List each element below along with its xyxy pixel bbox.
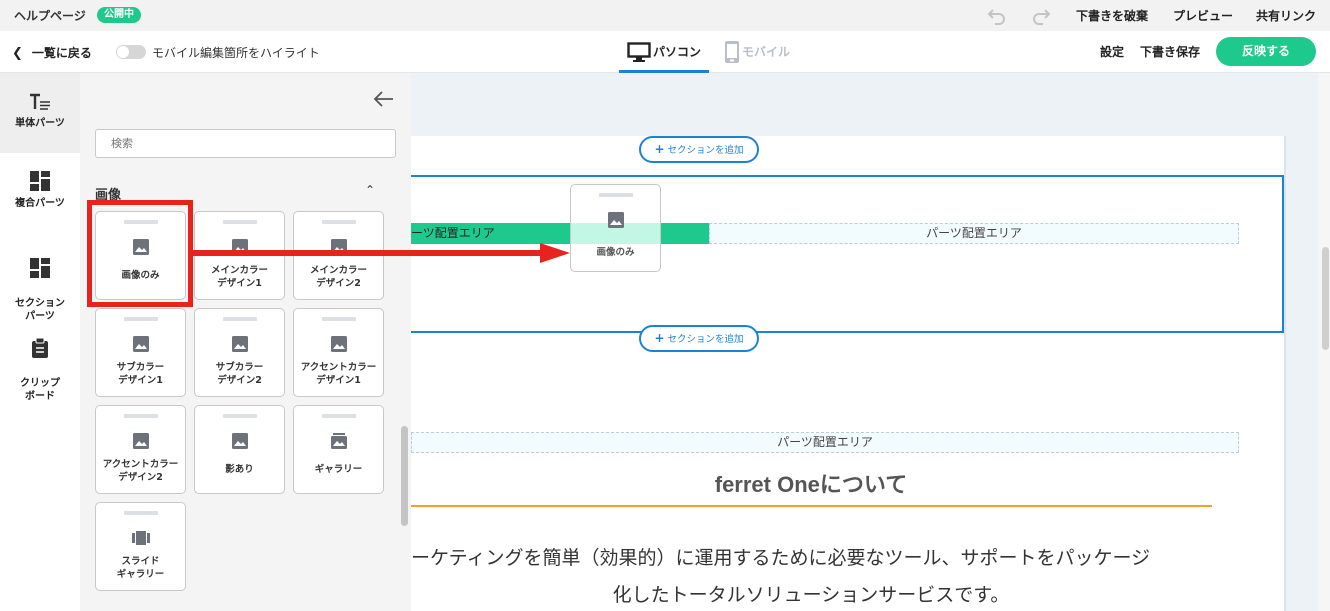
parts-panel: 画像 ⌃ 画像のみメインカラー デザイン1メインカラー デザイン2サブカラー デ…: [80, 73, 411, 611]
highlight-toggle-label: モバイル編集箇所をハイライト: [152, 46, 320, 60]
add-section-button[interactable]: + セクションを追加: [639, 136, 759, 163]
part-card[interactable]: サブカラー デザイン1: [95, 308, 186, 397]
image-icon: [232, 336, 248, 352]
part-card-label: 影あり: [225, 464, 254, 475]
page-title: ヘルプページ: [14, 9, 86, 23]
clipboard-icon: [32, 338, 48, 358]
part-card[interactable]: サブカラー デザイン2: [194, 308, 285, 397]
share-link-button[interactable]: 共有リンク: [1256, 7, 1316, 24]
card-top-bar: [124, 414, 158, 418]
rail-item-label: 単体パーツ: [15, 118, 65, 129]
redo-icon[interactable]: [1031, 7, 1053, 25]
part-card-label: アクセントカラー デザイン1: [300, 362, 377, 386]
parts-area-label: ーツ配置エリア: [411, 226, 495, 240]
parts-area[interactable]: パーツ配置エリア: [709, 223, 1239, 244]
arrow-right-icon: [190, 243, 570, 263]
part-card[interactable]: アクセントカラー デザイン1: [293, 308, 384, 397]
rail-item-single-parts[interactable]: 単体パーツ: [0, 73, 80, 153]
highlight-frame: [87, 200, 193, 307]
part-card-label: サブカラー デザイン2: [215, 362, 264, 386]
part-card-label: ギャラリー: [314, 464, 363, 475]
parts-area[interactable]: パーツ配置エリア: [411, 432, 1239, 453]
gallery-icon: [331, 433, 347, 449]
tab-pc-label: パソコン: [653, 45, 702, 59]
body-text-line[interactable]: ーケティングを簡単（効果的）に運用するために必要なツール、サポートをパッケージ: [411, 543, 1211, 570]
part-card-label: サブカラー デザイン1: [116, 362, 165, 386]
plus-icon: +: [654, 142, 665, 156]
preview-button[interactable]: プレビュー: [1173, 7, 1233, 24]
rail-item-clipboard[interactable]: クリップ ボード: [0, 325, 80, 402]
parts-area-label: パーツ配置エリア: [926, 226, 1022, 240]
body-text-line[interactable]: 化したトータルソリューションサービスです。: [411, 580, 1211, 607]
card-top-bar: [322, 317, 356, 321]
image-icon: [608, 212, 624, 228]
card-top-bar: [223, 317, 257, 321]
text-parts-icon: [30, 93, 50, 110]
chevron-up-icon[interactable]: ⌃: [365, 183, 375, 197]
card-top-bar: [223, 220, 257, 224]
settings-button[interactable]: 設定: [1100, 43, 1124, 60]
back-label: 一覧に戻る: [31, 46, 92, 60]
parts-area-drop-target[interactable]: ーツ配置エリア: [411, 223, 709, 244]
rail-item-section-parts[interactable]: セクション パーツ: [0, 245, 80, 322]
plus-icon: +: [654, 331, 665, 345]
editor-toolbar: ❮ 一覧に戻る モバイル編集箇所をハイライト パソコン モバイル 設定 下書き保存…: [0, 31, 1330, 73]
grid-parts-icon: [30, 171, 50, 191]
dragged-part-preview: 画像のみ: [570, 184, 661, 272]
card-top-bar: [124, 317, 158, 321]
parts-area-label: パーツ配置エリア: [777, 435, 873, 449]
status-badge: 公開中: [97, 7, 141, 23]
chevron-left-icon: ❮: [12, 46, 23, 61]
section-heading[interactable]: ferret Oneについて: [411, 467, 1211, 499]
rail-item-label: セクション パーツ: [15, 298, 65, 322]
parts-category-rail: 単体パーツ 複合パーツ セクション パーツ クリップ ボード: [0, 73, 80, 611]
part-card-label: アクセントカラー デザイン2: [102, 459, 179, 483]
top-bar: ヘルプページ 公開中 下書きを破棄 プレビュー 共有リンク: [0, 0, 1330, 31]
image-icon: [232, 433, 248, 449]
rail-item-composite-parts[interactable]: 複合パーツ: [0, 171, 80, 231]
heading-underline: [411, 505, 1212, 507]
undo-icon[interactable]: [985, 7, 1007, 25]
arrow-left-icon[interactable]: [373, 90, 395, 108]
add-section-label: セクションを追加: [667, 334, 744, 345]
canvas-scrollbar[interactable]: [1322, 247, 1329, 350]
part-card[interactable]: ギャラリー: [293, 405, 384, 494]
section-parts-icon: [30, 258, 50, 278]
part-card[interactable]: アクセントカラー デザイン2: [95, 405, 186, 494]
parts-search-input[interactable]: [95, 129, 396, 158]
part-card-label: スライド ギャラリー: [116, 556, 165, 580]
tab-pc[interactable]: パソコン: [619, 40, 709, 73]
page-edge: [1284, 136, 1286, 611]
part-card-label: メインカラー デザイン2: [309, 265, 367, 289]
part-card[interactable]: スライド ギャラリー: [95, 502, 186, 591]
monitor-icon: [627, 42, 651, 62]
panel-scrollbar[interactable]: [401, 426, 408, 526]
card-top-bar: [223, 414, 257, 418]
save-draft-button[interactable]: 下書き保存: [1140, 43, 1200, 60]
back-to-list-button[interactable]: ❮ 一覧に戻る: [12, 44, 92, 61]
add-section-button[interactable]: + セクションを追加: [639, 325, 759, 352]
image-icon: [331, 336, 347, 352]
rail-item-label: クリップ ボード: [20, 378, 60, 402]
discard-draft-button[interactable]: 下書きを破棄: [1076, 7, 1148, 24]
card-top-bar: [322, 220, 356, 224]
card-top-bar: [322, 414, 356, 418]
part-card-label: メインカラー デザイン1: [210, 265, 268, 289]
highlight-toggle[interactable]: [116, 45, 146, 59]
add-section-label: セクションを追加: [667, 145, 744, 156]
smartphone-icon: [725, 41, 739, 63]
card-top-bar: [124, 511, 158, 515]
image-icon: [133, 336, 149, 352]
dragged-part-label: 画像のみ: [596, 247, 635, 258]
tab-mobile[interactable]: モバイル: [724, 40, 804, 73]
tab-mobile-label: モバイル: [742, 45, 791, 59]
card-top-bar: [599, 193, 633, 197]
part-card[interactable]: 影あり: [194, 405, 285, 494]
image-icon: [133, 433, 149, 449]
publish-button[interactable]: 反映する: [1216, 37, 1316, 66]
slide-gallery-icon: [132, 531, 150, 545]
rail-item-label: 複合パーツ: [15, 198, 65, 209]
